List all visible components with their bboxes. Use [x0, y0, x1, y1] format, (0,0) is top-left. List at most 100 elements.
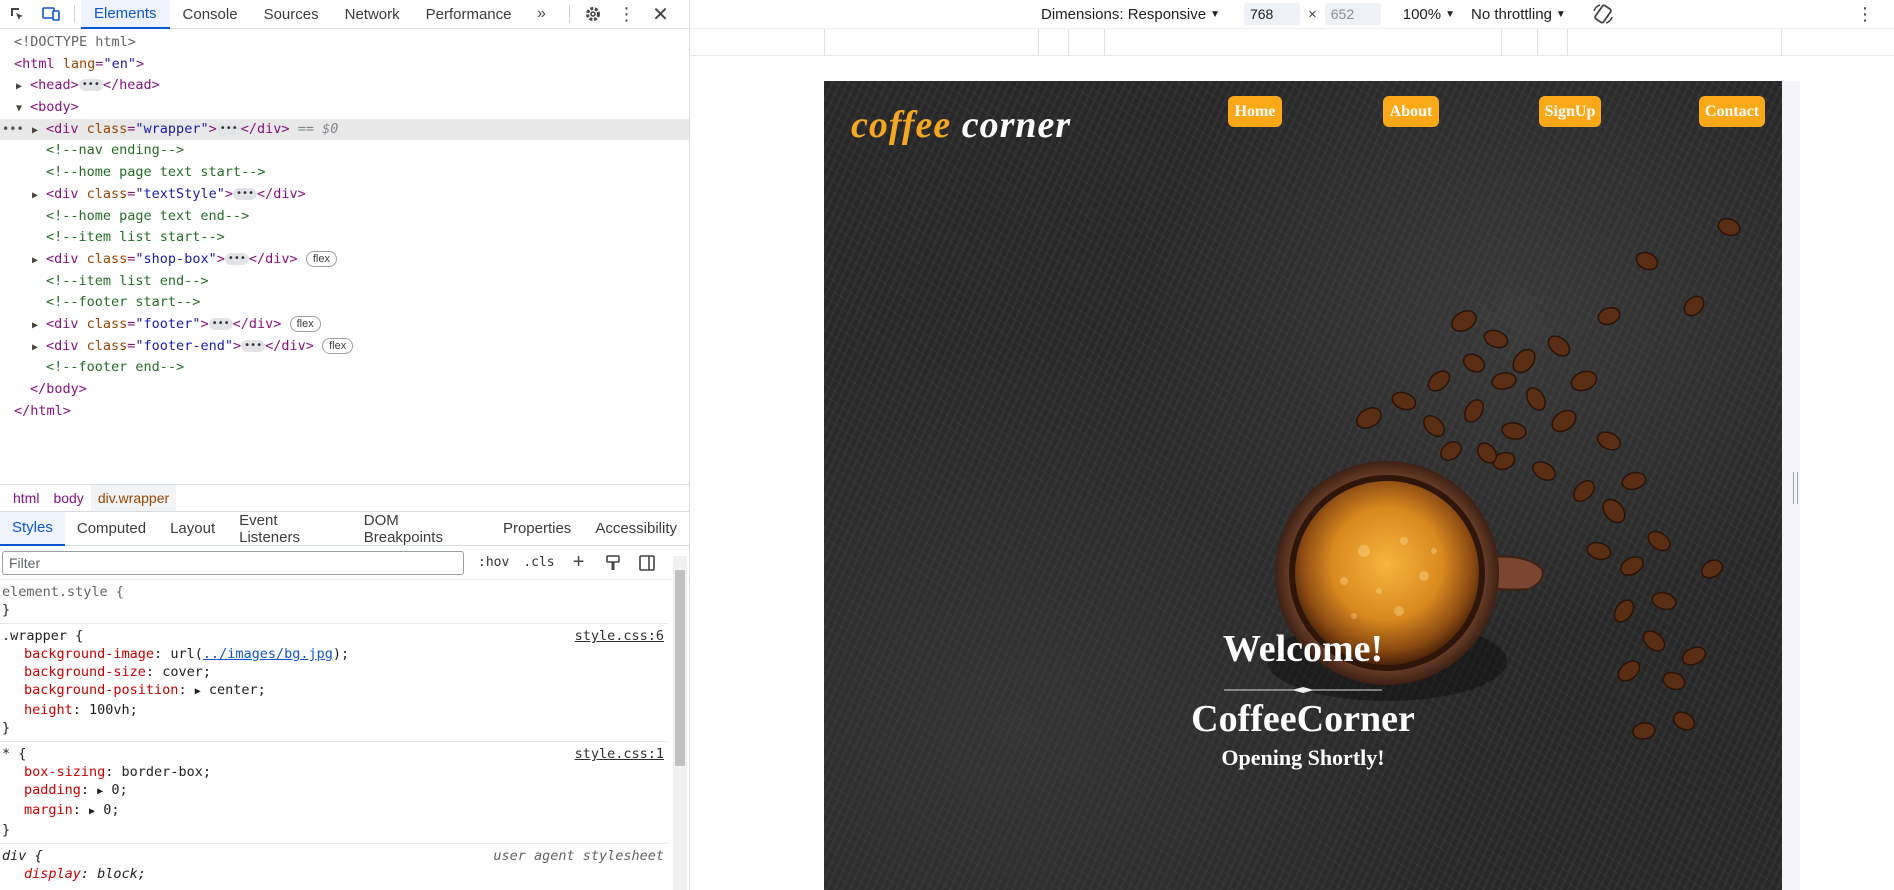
css-property[interactable]: box-sizing: border-box; — [2, 763, 666, 781]
property-value: 100vh; — [89, 702, 138, 718]
tab-performance[interactable]: Performance — [413, 0, 525, 29]
tab-dom-breakpoints[interactable]: DOM Breakpoints — [352, 512, 491, 546]
tab-accessibility[interactable]: Accessibility — [583, 512, 689, 546]
paint-brush-icon[interactable] — [603, 553, 623, 573]
toggle-sidebar-icon[interactable] — [637, 553, 657, 573]
breadcrumb-div-wrapper[interactable]: div.wrapper — [90, 485, 177, 511]
scrollbar-thumb[interactable] — [675, 570, 685, 766]
dom-comment[interactable]: <!--nav ending--> — [0, 140, 689, 162]
new-rule-plus-icon[interactable]: + — [569, 551, 589, 573]
kebab-menu-icon[interactable]: ⋮ — [610, 0, 644, 29]
flex-badge[interactable]: flex — [322, 337, 354, 354]
dom-comment[interactable]: <!--item list start--> — [0, 227, 689, 249]
tab-sources[interactable]: Sources — [251, 0, 332, 29]
nav-about-button[interactable]: About — [1383, 96, 1439, 127]
dom-comment[interactable]: <!--home page text start--> — [0, 162, 689, 184]
tab-properties[interactable]: Properties — [491, 512, 583, 546]
css-property[interactable]: background-position: ▶ center; — [2, 681, 666, 701]
tab-network[interactable]: Network — [332, 0, 413, 29]
expand-triangle-icon[interactable]: ▶ — [32, 337, 46, 359]
styles-scrollbar[interactable] — [673, 556, 687, 890]
nav-home-button[interactable]: Home — [1228, 96, 1282, 127]
nav-contact-button[interactable]: Contact — [1699, 96, 1765, 127]
css-property[interactable]: padding: ▶ 0; — [2, 781, 666, 801]
css-property[interactable]: background-size: cover; — [2, 663, 666, 681]
dom-doctype[interactable]: <!DOCTYPE html> — [0, 32, 689, 54]
class-toggle[interactable]: .cls — [523, 555, 554, 570]
dom-body[interactable]: ▼ <body> — [0, 97, 689, 119]
css-property[interactable]: background-image: url(../images/bg.jpg); — [2, 645, 666, 663]
flex-badge[interactable]: flex — [289, 315, 321, 332]
expand-triangle-icon[interactable]: ▶ — [32, 315, 46, 337]
dimensions-dropdown[interactable]: Dimensions: Responsive ▼ — [1041, 6, 1220, 23]
site-logo[interactable]: coffee corner — [851, 103, 1071, 147]
dom-html[interactable]: <html lang="en"> — [0, 54, 689, 76]
dom-div-wrapper[interactable]: ••• ▶ <div class="wrapper"> ••• </div> == $0 — [0, 118, 689, 142]
expand-triangle-icon[interactable]: ▶ — [32, 250, 46, 272]
expand-triangle-icon[interactable]: ▶ — [89, 806, 95, 817]
image-url-link[interactable]: ../images/bg.jpg — [203, 646, 333, 662]
rule-source-link[interactable]: style.css:1 — [575, 745, 664, 763]
collapse-triangle-icon[interactable]: ▼ — [16, 98, 30, 120]
breadcrumb-body[interactable]: body — [46, 490, 90, 506]
collapsed-ellipsis-icon[interactable]: ••• — [224, 252, 249, 265]
nav-signup-button[interactable]: SignUp — [1539, 96, 1601, 127]
expand-triangle-icon[interactable]: ▶ — [16, 76, 30, 98]
expand-triangle-icon[interactable]: ▶ — [32, 185, 46, 207]
row-actions-icon[interactable]: ••• — [2, 119, 24, 141]
width-input[interactable] — [1243, 3, 1300, 25]
rule-source-link[interactable]: style.css:6 — [575, 627, 664, 645]
rule-element-style[interactable]: element.style { } — [0, 580, 668, 624]
tab-event-listeners[interactable]: Event Listeners — [227, 512, 352, 546]
css-property[interactable]: margin: ▶ 0; — [2, 801, 666, 821]
tab-elements[interactable]: Elements — [81, 0, 170, 29]
tab-console[interactable]: Console — [170, 0, 251, 29]
ruler-mark — [1537, 29, 1538, 56]
more-tabs-icon[interactable]: » — [525, 0, 559, 29]
css-property[interactable]: display: block; — [2, 865, 666, 883]
property-value: 0; — [111, 782, 128, 798]
expand-triangle-icon[interactable]: ▶ — [97, 786, 103, 797]
collapsed-ellipsis-icon[interactable]: ••• — [232, 187, 258, 200]
dom-head[interactable]: ▶ <head> ••• </head> — [0, 75, 689, 97]
tab-layout[interactable]: Layout — [158, 512, 227, 546]
inspect-element-icon[interactable] — [0, 0, 34, 29]
throttling-dropdown[interactable]: No throttling ▼ — [1471, 6, 1566, 23]
rule-wrapper[interactable]: style.css:6 .wrapper { background-image:… — [0, 624, 668, 742]
flex-badge[interactable]: flex — [305, 250, 337, 267]
close-icon[interactable]: ✕ — [644, 0, 678, 29]
dom-div-textstyle[interactable]: ▶ <div class="textStyle"> ••• </div> — [0, 184, 689, 206]
media-query-ruler[interactable] — [691, 29, 1894, 56]
css-property[interactable]: height: 100vh; — [2, 701, 666, 719]
collapsed-ellipsis-icon[interactable]: ••• — [78, 79, 103, 92]
device-toggle-icon[interactable] — [34, 0, 68, 29]
zoom-dropdown[interactable]: 100% ▼ — [1403, 6, 1455, 23]
rule-div-ua[interactable]: user agent stylesheet div { display: blo… — [0, 844, 668, 887]
rule-universal[interactable]: style.css:1 * { box-sizing: border-box; … — [0, 742, 668, 844]
dom-html-end[interactable]: </html> — [0, 401, 689, 423]
styles-filter-input[interactable] — [2, 550, 464, 575]
expand-triangle-icon[interactable]: ▶ — [32, 120, 46, 142]
height-input[interactable] — [1324, 3, 1381, 25]
dom-div-shopbox[interactable]: ▶ <div class="shop-box"> ••• </div> flex — [0, 249, 689, 271]
dom-comment[interactable]: <!--footer end--> — [0, 357, 689, 379]
rotate-icon[interactable] — [1592, 3, 1614, 25]
settings-gear-icon[interactable] — [576, 0, 610, 29]
kebab-menu-icon[interactable]: ⋮ — [1856, 4, 1874, 25]
property-value: center; — [208, 682, 266, 698]
viewport-resize-handle[interactable] — [1793, 472, 1798, 504]
dom-body-end[interactable]: </body> — [0, 379, 689, 401]
tab-computed[interactable]: Computed — [65, 512, 158, 546]
dom-comment[interactable]: <!--item list end--> — [0, 271, 689, 293]
dom-comment[interactable]: <!--home page text end--> — [0, 206, 689, 228]
dom-div-footer[interactable]: ▶ <div class="footer"> ••• </div> flex — [0, 314, 689, 336]
hover-state-toggle[interactable]: :hov — [478, 555, 509, 570]
collapsed-ellipsis-icon[interactable]: ••• — [241, 339, 266, 352]
collapsed-ellipsis-icon[interactable]: ••• — [216, 122, 241, 135]
dom-comment[interactable]: <!--footer start--> — [0, 292, 689, 314]
breadcrumb-html[interactable]: html — [6, 490, 46, 506]
tab-styles[interactable]: Styles — [0, 511, 65, 546]
dom-div-footer-end[interactable]: ▶ <div class="footer-end"> ••• </div> flex — [0, 336, 689, 358]
collapsed-ellipsis-icon[interactable]: ••• — [208, 317, 233, 330]
expand-triangle-icon[interactable]: ▶ — [195, 686, 201, 697]
